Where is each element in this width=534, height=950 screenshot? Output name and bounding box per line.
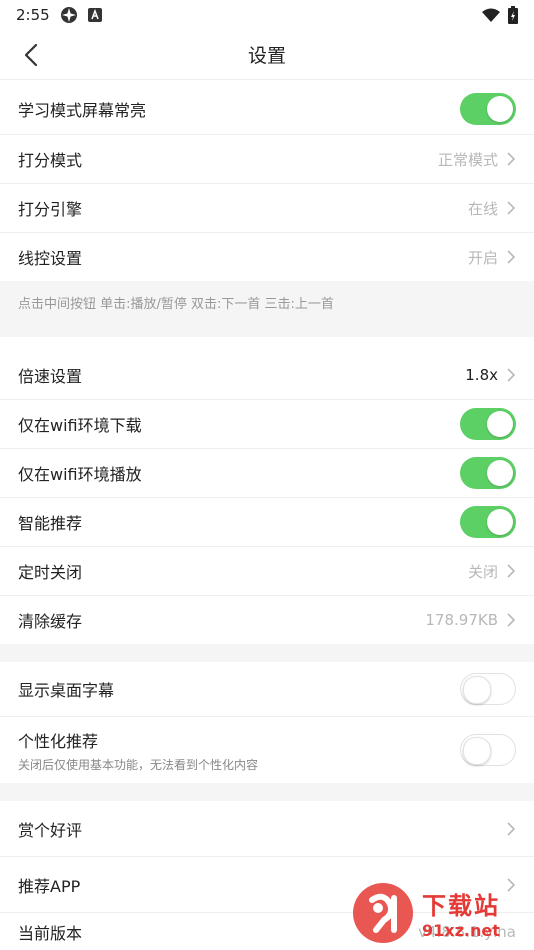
- wire-control-label: 线控设置: [18, 249, 83, 268]
- wifi-play-toggle[interactable]: [460, 457, 516, 489]
- app-notification-icon: [60, 7, 77, 23]
- rate-row[interactable]: 赏个好评: [0, 801, 534, 856]
- personal-recommend-row: 个性化推荐 关闭后仅使用基本功能，无法看到个性化内容: [0, 717, 534, 783]
- smart-recommend-label: 智能推荐: [18, 514, 83, 533]
- rate-label: 赏个好评: [18, 820, 83, 840]
- scoring-engine-value: 在线: [467, 199, 498, 218]
- section-gap: [0, 644, 534, 662]
- chevron-right-icon: [507, 564, 516, 578]
- scoring-engine-label: 打分引擎: [18, 200, 83, 219]
- battery-icon: [508, 6, 518, 24]
- wifi-play-row: 仅在wifi环境播放: [0, 449, 534, 497]
- screen-on-row: 学习模式屏幕常亮: [0, 84, 534, 134]
- version-label: 当前版本: [18, 923, 83, 943]
- wire-control-hint: 点击中间按钮 单击:播放/暂停 双击:下一首 三击:上一首: [18, 297, 334, 312]
- scoring-engine-row[interactable]: 打分引擎 在线: [0, 184, 534, 232]
- desktop-lyrics-toggle[interactable]: [460, 673, 516, 705]
- back-button[interactable]: [16, 40, 46, 70]
- wire-control-row[interactable]: 线控设置 开启: [0, 233, 534, 281]
- nav-bar: 设置: [0, 30, 534, 80]
- clear-cache-value: 178.97KB: [425, 611, 498, 629]
- timer-off-row[interactable]: 定时关闭 关闭: [0, 547, 534, 595]
- watermark-big-text: 下载站: [422, 892, 500, 920]
- personal-recommend-toggle[interactable]: [460, 734, 516, 766]
- site-watermark: 下载站 91xz.net: [350, 880, 530, 946]
- watermark-small-text: 91xz.net: [422, 921, 500, 940]
- wifi-icon: [482, 8, 500, 22]
- timer-off-value: 关闭: [467, 562, 498, 581]
- a-notification-icon: [87, 8, 102, 22]
- recommend-app-label: 推荐APP: [18, 876, 81, 896]
- speed-row[interactable]: 倍速设置 1.8x: [0, 350, 534, 399]
- status-time: 2:55: [16, 6, 50, 24]
- wire-control-hint-area: 点击中间按钮 单击:播放/暂停 双击:下一首 三击:上一首: [0, 281, 534, 337]
- smart-recommend-row: 智能推荐: [0, 498, 534, 546]
- wire-control-value: 开启: [467, 248, 498, 267]
- chevron-right-icon: [507, 367, 516, 382]
- personal-recommend-sub: 关闭后仅使用基本功能，无法看到个性化内容: [18, 757, 259, 772]
- wifi-play-label: 仅在wifi环境播放: [18, 465, 142, 484]
- clear-cache-label: 清除缓存: [18, 612, 83, 631]
- scoring-mode-row[interactable]: 打分模式 正常模式: [0, 135, 534, 183]
- watermark-logo-icon: [353, 883, 413, 943]
- scoring-mode-label: 打分模式: [18, 151, 83, 170]
- watermark-text: 下载站 91xz.net: [422, 886, 500, 940]
- desktop-lyrics-label: 显示桌面字幕: [18, 681, 115, 700]
- speed-label: 倍速设置: [18, 366, 83, 386]
- wifi-download-row: 仅在wifi环境下载: [0, 400, 534, 448]
- desktop-lyrics-row: 显示桌面字幕: [0, 662, 534, 716]
- wifi-download-label: 仅在wifi环境下载: [18, 416, 142, 435]
- section-gap: [0, 783, 534, 801]
- chevron-right-icon: [507, 201, 516, 215]
- status-bar: 2:55: [0, 0, 534, 30]
- smart-recommend-toggle[interactable]: [460, 506, 516, 538]
- page-title: 设置: [247, 45, 286, 67]
- timer-off-label: 定时关闭: [18, 563, 83, 582]
- screen-on-label: 学习模式屏幕常亮: [18, 101, 147, 120]
- chevron-right-icon: [507, 152, 516, 166]
- chevron-right-icon: [507, 613, 516, 627]
- chevron-right-icon: [507, 250, 516, 264]
- chevron-right-icon: [507, 821, 516, 836]
- screen-on-toggle[interactable]: [460, 93, 516, 125]
- personal-recommend-label: 个性化推荐: [18, 731, 99, 751]
- wifi-download-toggle[interactable]: [460, 408, 516, 440]
- scoring-mode-value: 正常模式: [437, 150, 498, 169]
- speed-value: 1.8x: [465, 365, 498, 384]
- clear-cache-row[interactable]: 清除缓存 178.97KB: [0, 596, 534, 644]
- back-arrow-icon: [24, 43, 38, 67]
- personal-recommend-text: 个性化推荐 关闭后仅使用基本功能，无法看到个性化内容: [18, 728, 258, 773]
